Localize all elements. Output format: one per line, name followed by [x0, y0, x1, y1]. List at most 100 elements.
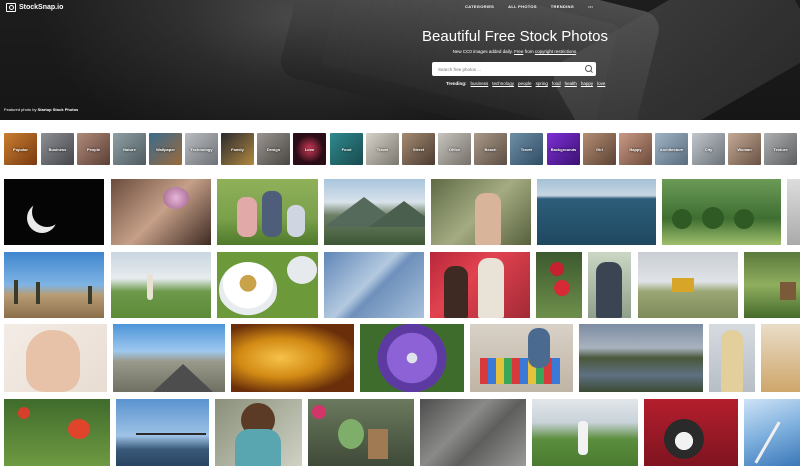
photo-thumbnail-park[interactable]	[744, 252, 800, 318]
photo-thumbnail-mountains[interactable]	[324, 179, 425, 245]
nav-all-photos[interactable]: ALL PHOTOS	[508, 4, 537, 9]
photo-thumbnail-desert[interactable]	[4, 252, 104, 318]
photo-thumbnail-woman-fence[interactable]	[431, 179, 531, 245]
category-label: Girl	[596, 147, 603, 152]
photo-thumbnail-woman-standing[interactable]	[709, 324, 755, 392]
trending-tag-happy[interactable]: happy	[581, 81, 593, 86]
category-label: Travel	[376, 147, 389, 152]
category-tile-food[interactable]: Food	[330, 133, 363, 165]
featured-credit: Featured photo by Startup Stock Photos	[4, 107, 78, 112]
photo-thumbnail-rock-texture[interactable]	[420, 399, 526, 466]
category-tile-nature[interactable]: Nature	[113, 133, 146, 165]
more-menu-icon[interactable]: •••	[588, 4, 593, 9]
category-label: City	[704, 147, 713, 152]
lamp-post-shape	[754, 421, 781, 464]
category-tile-happy[interactable]: Happy	[619, 133, 652, 165]
category-tile-people[interactable]: People	[77, 133, 110, 165]
photo-thumbnail-couple[interactable]	[430, 252, 530, 318]
hero-subtitle-period: .	[576, 49, 578, 54]
photo-thumbnail-girl-park[interactable]	[532, 399, 638, 466]
person-shape	[578, 421, 588, 455]
category-tile-wallpaper[interactable]: Wallpaper	[149, 133, 182, 165]
photo-thumbnail-excavator[interactable]	[638, 252, 738, 318]
category-label: Design	[266, 147, 281, 152]
flower-shape	[287, 256, 317, 284]
person-shape	[596, 262, 622, 318]
search-box[interactable]	[432, 62, 596, 76]
category-label: Popular	[13, 147, 28, 152]
trending-tag-food[interactable]: food	[552, 81, 561, 86]
photo-thumbnail-lake-aerial[interactable]	[579, 324, 703, 392]
berry-shape	[554, 280, 570, 296]
category-tile-backgrounds[interactable]: Backgrounds	[547, 133, 580, 165]
photo-thumbnail-couple-hug[interactable]	[588, 252, 631, 318]
photo-thumbnail-woman-skincare[interactable]	[4, 324, 107, 392]
photo-thumbnail-purple-flower[interactable]	[360, 324, 464, 392]
site-logo[interactable]: StockSnap.io	[6, 3, 63, 12]
hero-free-link[interactable]: Free	[514, 49, 523, 54]
flower-shape	[18, 407, 30, 419]
photo-thumbnail-family-picnic[interactable]	[217, 179, 318, 245]
category-tile-design[interactable]: Design	[257, 133, 290, 165]
photo-thumbnail-bridge[interactable]	[116, 399, 209, 466]
category-label: Happy	[629, 147, 642, 152]
category-label: Family	[231, 147, 244, 152]
category-tile-woman[interactable]: Woman	[728, 133, 761, 165]
hero-overlay	[0, 0, 800, 120]
category-tile-popular[interactable]: Popular	[4, 133, 37, 165]
category-tile-business[interactable]: Business	[41, 133, 74, 165]
trending-tag-health[interactable]: health	[565, 81, 577, 86]
category-tile-street[interactable]: Street	[402, 133, 435, 165]
trending-tag-love[interactable]: love	[597, 81, 605, 86]
photo-thumbnail-abstract-orange[interactable]	[231, 324, 354, 392]
trending-tag-business[interactable]: business	[471, 81, 489, 86]
photo-thumbnail-partial[interactable]	[761, 324, 800, 392]
nav-categories[interactable]: CATEGORIES	[465, 4, 494, 9]
photo-thumbnail-daisy[interactable]	[217, 252, 318, 318]
featured-prefix: Featured photo by	[4, 107, 37, 112]
nav-trending[interactable]: TRENDING	[551, 4, 574, 9]
photo-thumbnail-moon[interactable]	[4, 179, 104, 245]
person-shape	[478, 258, 504, 318]
trending-tag-spring[interactable]: spring	[536, 81, 548, 86]
search-icon[interactable]	[585, 65, 592, 72]
category-tile-office[interactable]: Office	[438, 133, 471, 165]
category-tile-texture[interactable]: Texture	[764, 133, 797, 165]
tree-shape	[36, 282, 40, 304]
category-tile-family[interactable]: Family	[221, 133, 254, 165]
category-tile-technology[interactable]: Technology	[185, 133, 218, 165]
photo-thumbnail-cat[interactable]	[644, 399, 738, 466]
category-label: Love	[304, 147, 315, 152]
category-tile-girl[interactable]: Girl	[583, 133, 616, 165]
category-tile-travel-2[interactable]: Travel	[510, 133, 543, 165]
copyright-link[interactable]: copyright restrictions	[535, 49, 576, 54]
trending-tag-people[interactable]: people	[518, 81, 532, 86]
photo-thumbnail-ice-texture[interactable]	[324, 252, 424, 318]
category-tile-architecture[interactable]: Architecture	[655, 133, 688, 165]
trending-tag-technology[interactable]: technology	[492, 81, 514, 86]
category-tile-beach[interactable]: Beach	[474, 133, 507, 165]
category-tile-love[interactable]: Love	[293, 133, 326, 165]
category-tile-travel[interactable]: Travel	[366, 133, 399, 165]
photo-thumbnail-berries[interactable]	[536, 252, 582, 318]
photo-thumbnail-toddler[interactable]	[215, 399, 302, 466]
category-label: Wallpaper	[156, 147, 175, 152]
photo-thumbnail-flowers-on-paper[interactable]	[111, 179, 211, 245]
photo-thumbnail-highway[interactable]	[113, 324, 225, 392]
photo-thumbnail-poppies[interactable]	[4, 399, 110, 466]
photo-thumbnail-ocean[interactable]	[537, 179, 656, 245]
category-label: Backgrounds	[550, 147, 577, 152]
category-tile-city[interactable]: City	[692, 133, 725, 165]
photo-thumbnail-building[interactable]	[744, 399, 800, 466]
category-label: Architecture	[659, 147, 684, 152]
search-input[interactable]	[438, 64, 578, 74]
berry-shape	[550, 262, 564, 276]
photo-thumbnail-family-game[interactable]	[470, 324, 573, 392]
featured-author-link[interactable]: Startup Stock Photos	[38, 107, 79, 112]
category-strip: Popular Business People Nature Wallpaper…	[0, 133, 800, 165]
photo-thumbnail-garden[interactable]	[662, 179, 781, 245]
photo-thumbnail-golf[interactable]	[111, 252, 211, 318]
flower-shape	[219, 262, 277, 318]
photo-thumbnail-partial[interactable]	[787, 179, 800, 245]
photo-thumbnail-potted-plants[interactable]	[308, 399, 414, 466]
